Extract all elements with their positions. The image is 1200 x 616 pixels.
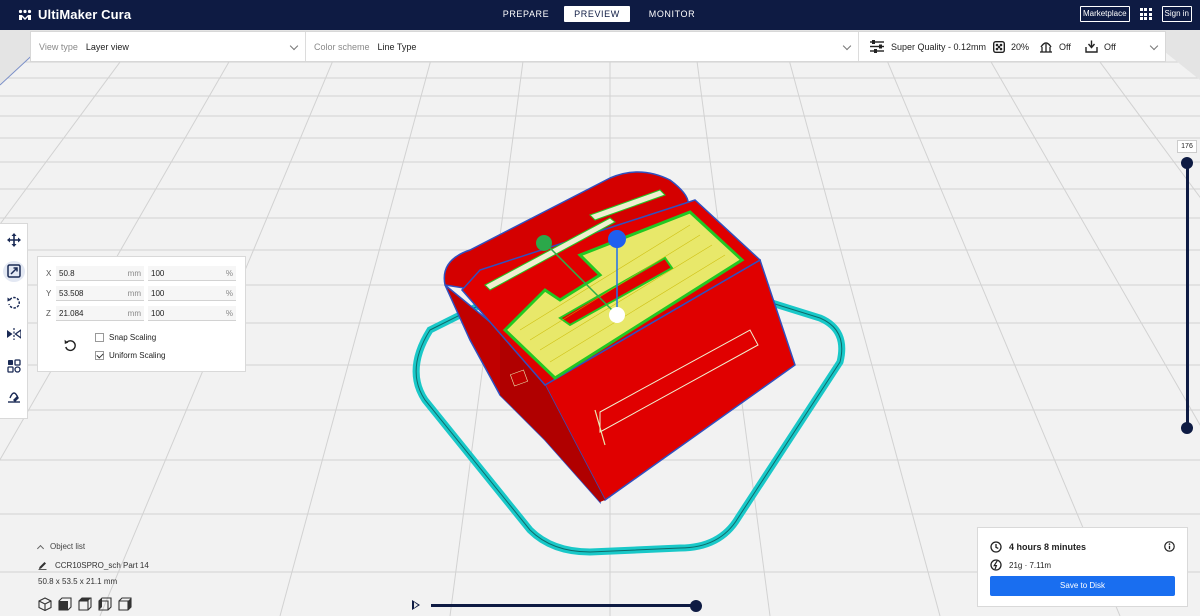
view-right-icon[interactable]	[118, 597, 132, 611]
checkbox-box	[95, 351, 104, 360]
object-name-row[interactable]: CCR10SPRO_sch Part 14	[38, 561, 149, 570]
simulation-path-slider[interactable]	[431, 604, 695, 607]
adhesion-setting: Off	[1085, 40, 1131, 53]
info-icon[interactable]	[1164, 541, 1175, 552]
view-top-icon[interactable]	[78, 597, 92, 611]
topbar-actions: Marketplace Sign in	[1079, 6, 1192, 22]
layer-slider-top-handle[interactable]	[1181, 157, 1193, 169]
sliders-icon	[870, 40, 884, 53]
camera-view-buttons	[38, 597, 132, 611]
chevron-up-icon	[36, 544, 45, 552]
layer-slider-bottom-handle[interactable]	[1181, 422, 1193, 434]
layer-slider-track[interactable]	[1186, 162, 1189, 428]
uniform-scaling-checkbox[interactable]: Uniform Scaling	[95, 351, 165, 360]
scale-icon	[6, 264, 21, 278]
material-value: 21g · 7.11m	[1009, 560, 1052, 570]
scale-y-percent-input[interactable]: 100%	[148, 286, 236, 301]
pencil-icon	[38, 562, 47, 570]
view-left-icon[interactable]	[98, 597, 112, 611]
checkbox-box	[95, 333, 104, 342]
profile-name: Super Quality - 0.12mm	[891, 41, 987, 52]
scale-x-percent-input[interactable]: 100%	[148, 266, 236, 281]
play-simulation-button[interactable]	[412, 600, 420, 610]
object-list-label: Object list	[50, 542, 86, 551]
chevron-down-icon	[1149, 41, 1159, 51]
uniform-scaling-label: Uniform Scaling	[109, 351, 166, 360]
apps-grid-icon[interactable]	[1139, 8, 1152, 20]
infill-value: 20%	[1011, 41, 1030, 52]
adhesion-value: Off	[1104, 41, 1116, 52]
move-icon	[6, 232, 21, 247]
rotate-tool-button[interactable]	[3, 292, 25, 313]
axis-label: X	[46, 269, 52, 278]
scale-x-mm-input[interactable]: 50.8 mm	[56, 266, 144, 281]
scale-y-mm-input[interactable]: 53.508 mm	[56, 286, 144, 301]
per-model-settings-icon	[6, 358, 21, 373]
support-setting: Off	[1039, 41, 1085, 53]
support-value: Off	[1059, 41, 1071, 52]
color-scheme-value: Line Type	[377, 41, 417, 52]
quality-profile: Super Quality - 0.12mm	[869, 40, 993, 53]
view-3d-icon[interactable]	[38, 597, 52, 611]
view-type-dropdown[interactable]: View type Layer view	[31, 32, 306, 61]
scale-row-y: Y 53.508 mm 100%	[46, 286, 236, 301]
view-type-value: Layer view	[85, 41, 129, 52]
support-blocker-button[interactable]	[3, 387, 25, 408]
print-estimate-panel: 4 hours 8 minutes 21g · 7.11m Save to Di…	[977, 527, 1188, 607]
marketplace-button[interactable]: Marketplace	[1079, 6, 1130, 22]
spool-icon	[990, 559, 1002, 571]
ultimaker-logo-icon	[18, 9, 32, 20]
axis-label: Y	[46, 289, 52, 298]
layer-number-input[interactable]: 176	[1177, 140, 1197, 153]
tool-panel	[0, 223, 28, 419]
mirror-icon	[6, 328, 21, 340]
adhesion-icon	[1085, 40, 1098, 53]
axis-label: Z	[46, 309, 51, 318]
chevron-down-icon	[289, 41, 299, 51]
simulation-slider-handle[interactable]	[690, 600, 702, 612]
print-settings-header: View type Layer view Color scheme Line T…	[30, 31, 1166, 62]
app-brand: UltiMaker Cura	[18, 7, 131, 22]
scale-z-percent-input[interactable]: 100%	[148, 306, 236, 321]
view-front-icon[interactable]	[58, 597, 72, 611]
infill-setting: 20%	[993, 40, 1039, 53]
rotate-icon	[7, 296, 20, 309]
infill-icon	[993, 40, 1005, 53]
color-scheme-dropdown[interactable]: Color scheme Line Type	[306, 32, 859, 61]
app-title: UltiMaker Cura	[38, 7, 132, 22]
stage-tabs: PREPARE PREVIEW MONITOR	[498, 6, 700, 22]
object-name: CCR10SPRO_sch Part 14	[55, 561, 149, 570]
scale-tool-panel: X 50.8 mm 100% Y 53.508 mm 100% Z 21.084 mm…	[37, 256, 246, 372]
snap-scaling-label: Snap Scaling	[109, 333, 157, 342]
scale-row-z: Z 21.084 mm 100%	[46, 306, 236, 321]
print-time: 4 hours 8 minutes	[990, 541, 1086, 553]
scale-row-x: X 50.8 mm 100%	[46, 266, 236, 281]
clock-icon	[990, 541, 1002, 553]
snap-scaling-checkbox[interactable]: Snap Scaling	[95, 333, 156, 342]
save-to-disk-button[interactable]: Save to Disk	[990, 576, 1175, 596]
object-dimensions: 50.8 x 53.5 x 21.1 mm	[38, 577, 118, 586]
view-type-label: View type	[39, 41, 78, 52]
support-icon	[1040, 41, 1052, 53]
support-blocker-icon	[7, 392, 20, 403]
move-tool-button[interactable]	[3, 229, 25, 250]
material-estimate: 21g · 7.11m	[990, 559, 1051, 571]
object-list-toggle[interactable]: Object list	[36, 542, 86, 552]
reset-scale-icon[interactable]	[64, 339, 77, 352]
scale-tool-button[interactable]	[2, 260, 25, 282]
sign-in-button[interactable]: Sign in	[1161, 6, 1192, 22]
chevron-down-icon	[842, 41, 852, 51]
print-setup-selector[interactable]: Super Quality - 0.12mm 20% Off Off	[859, 32, 1165, 61]
scale-z-mm-input[interactable]: 21.084 mm	[56, 306, 144, 321]
per-model-settings-button[interactable]	[3, 355, 25, 376]
tab-monitor[interactable]: MONITOR	[644, 6, 700, 22]
color-scheme-label: Color scheme	[314, 41, 370, 52]
print-time-value: 4 hours 8 minutes	[1009, 542, 1087, 552]
top-bar: UltiMaker Cura PREPARE PREVIEW MONITOR M…	[0, 0, 1200, 30]
tab-preview[interactable]: PREVIEW	[564, 6, 630, 22]
mirror-tool-button[interactable]	[3, 324, 25, 345]
tab-prepare[interactable]: PREPARE	[498, 6, 554, 22]
